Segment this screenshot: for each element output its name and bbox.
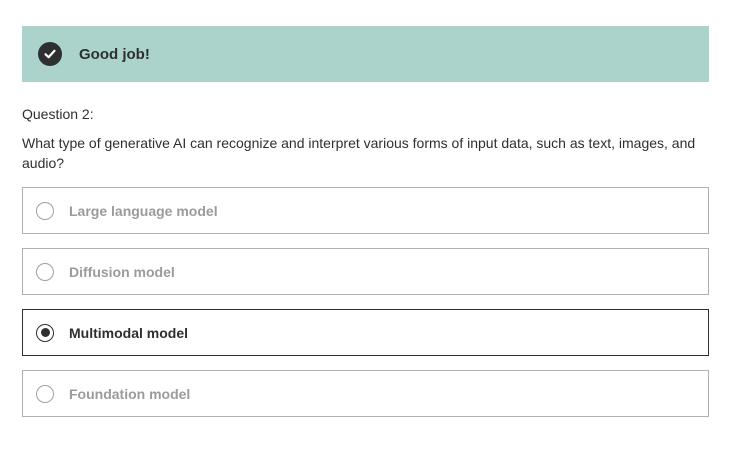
radio-button[interactable] <box>36 384 54 403</box>
check-circle-icon <box>38 42 62 66</box>
feedback-message: Good job! <box>79 45 150 63</box>
answer-option-label: Large language model <box>69 202 218 219</box>
question-text: What type of generative AI can recognize… <box>22 135 696 171</box>
answer-option-label: Multimodal model <box>69 324 188 341</box>
radio-selected-dot <box>40 328 50 337</box>
answer-option-multimodal-model[interactable]: Multimodal model <box>22 309 709 356</box>
feedback-banner: Good job! <box>22 26 709 82</box>
question-number: Question 2: <box>22 106 94 122</box>
radio-button[interactable] <box>36 201 54 220</box>
radio-button[interactable] <box>36 262 54 281</box>
answer-option-label: Diffusion model <box>69 263 175 280</box>
radio-button-selected[interactable] <box>36 323 54 342</box>
answer-option-large-language-model[interactable]: Large language model <box>22 187 709 234</box>
answer-option-diffusion-model[interactable]: Diffusion model <box>22 248 709 295</box>
answer-option-foundation-model[interactable]: Foundation model <box>22 370 709 417</box>
answer-option-label: Foundation model <box>69 385 191 402</box>
